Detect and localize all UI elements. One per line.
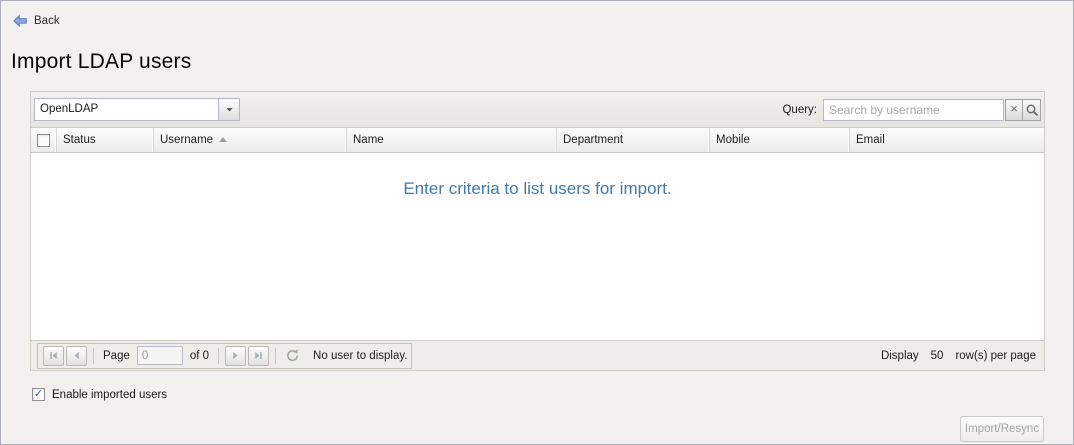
- search-icon: [1025, 103, 1039, 117]
- display-label: Display: [881, 350, 919, 362]
- page-title: Import LDAP users: [11, 50, 191, 74]
- search-input[interactable]: [823, 99, 1004, 121]
- enable-imported-users-row: ✓ Enable imported users: [32, 388, 167, 401]
- column-header-status[interactable]: Status: [57, 128, 154, 152]
- clear-search-button[interactable]: ×: [1005, 99, 1023, 121]
- page-of-label: of 0: [190, 350, 209, 362]
- pager-separator: [275, 348, 276, 364]
- pager-separator: [218, 348, 219, 364]
- refresh-icon: [285, 348, 300, 363]
- enable-imported-users-label: Enable imported users: [52, 389, 167, 401]
- column-header-name[interactable]: Name: [347, 128, 557, 152]
- pager-status: No user to display.: [313, 350, 407, 362]
- search-button[interactable]: [1023, 99, 1041, 121]
- back-link[interactable]: Back: [13, 15, 60, 27]
- next-page-button[interactable]: [225, 346, 246, 366]
- last-page-icon: [252, 349, 265, 362]
- first-page-icon: [47, 349, 60, 362]
- rows-per-page-label: row(s) per page: [955, 350, 1036, 362]
- ldap-server-select-value: OpenLDAP: [35, 99, 218, 120]
- import-resync-button[interactable]: Import/Resync: [960, 416, 1044, 442]
- pager-bar: Page of 0 No user to display. Display 50: [31, 340, 1044, 370]
- page-number-input[interactable]: [137, 346, 183, 365]
- ldap-server-select[interactable]: OpenLDAP: [34, 98, 240, 121]
- pager-controls: Page of 0 No user to display.: [37, 343, 412, 369]
- close-icon: ×: [1010, 102, 1018, 115]
- grid-body: Enter criteria to list users for import.: [31, 153, 1044, 340]
- chevron-down-icon: [218, 99, 239, 120]
- import-ldap-users-page: Back Import LDAP users OpenLDAP Query: ×: [0, 0, 1074, 445]
- select-all-header-cell: [31, 128, 57, 152]
- sort-ascending-icon: [219, 137, 227, 142]
- enable-imported-users-checkbox[interactable]: ✓: [32, 388, 45, 401]
- query-area: Query: ×: [782, 99, 1041, 121]
- page-size-value[interactable]: 50: [931, 350, 944, 362]
- first-page-button[interactable]: [43, 346, 64, 366]
- column-header-email[interactable]: Email: [850, 128, 1044, 152]
- grid-header: Status Username Name Department Mobile E…: [31, 128, 1044, 153]
- pager-separator: [93, 348, 94, 364]
- display-settings: Display 50 row(s) per page: [881, 350, 1038, 362]
- empty-state-message: Enter criteria to list users for import.: [31, 153, 1044, 199]
- back-label: Back: [34, 15, 60, 27]
- query-label: Query:: [782, 104, 817, 116]
- select-all-checkbox[interactable]: [37, 134, 50, 147]
- column-header-username[interactable]: Username: [154, 128, 347, 152]
- back-arrow-icon: [13, 15, 27, 27]
- prev-page-icon: [70, 349, 83, 362]
- last-page-button[interactable]: [248, 346, 269, 366]
- column-header-mobile[interactable]: Mobile: [710, 128, 850, 152]
- check-icon: ✓: [34, 389, 43, 400]
- page-label: Page: [103, 350, 130, 362]
- next-page-icon: [229, 349, 242, 362]
- toolbar: OpenLDAP Query: ×: [31, 92, 1044, 128]
- column-header-department[interactable]: Department: [557, 128, 710, 152]
- ldap-import-panel: OpenLDAP Query: ×: [30, 91, 1045, 371]
- refresh-button[interactable]: [281, 346, 303, 366]
- prev-page-button[interactable]: [66, 346, 87, 366]
